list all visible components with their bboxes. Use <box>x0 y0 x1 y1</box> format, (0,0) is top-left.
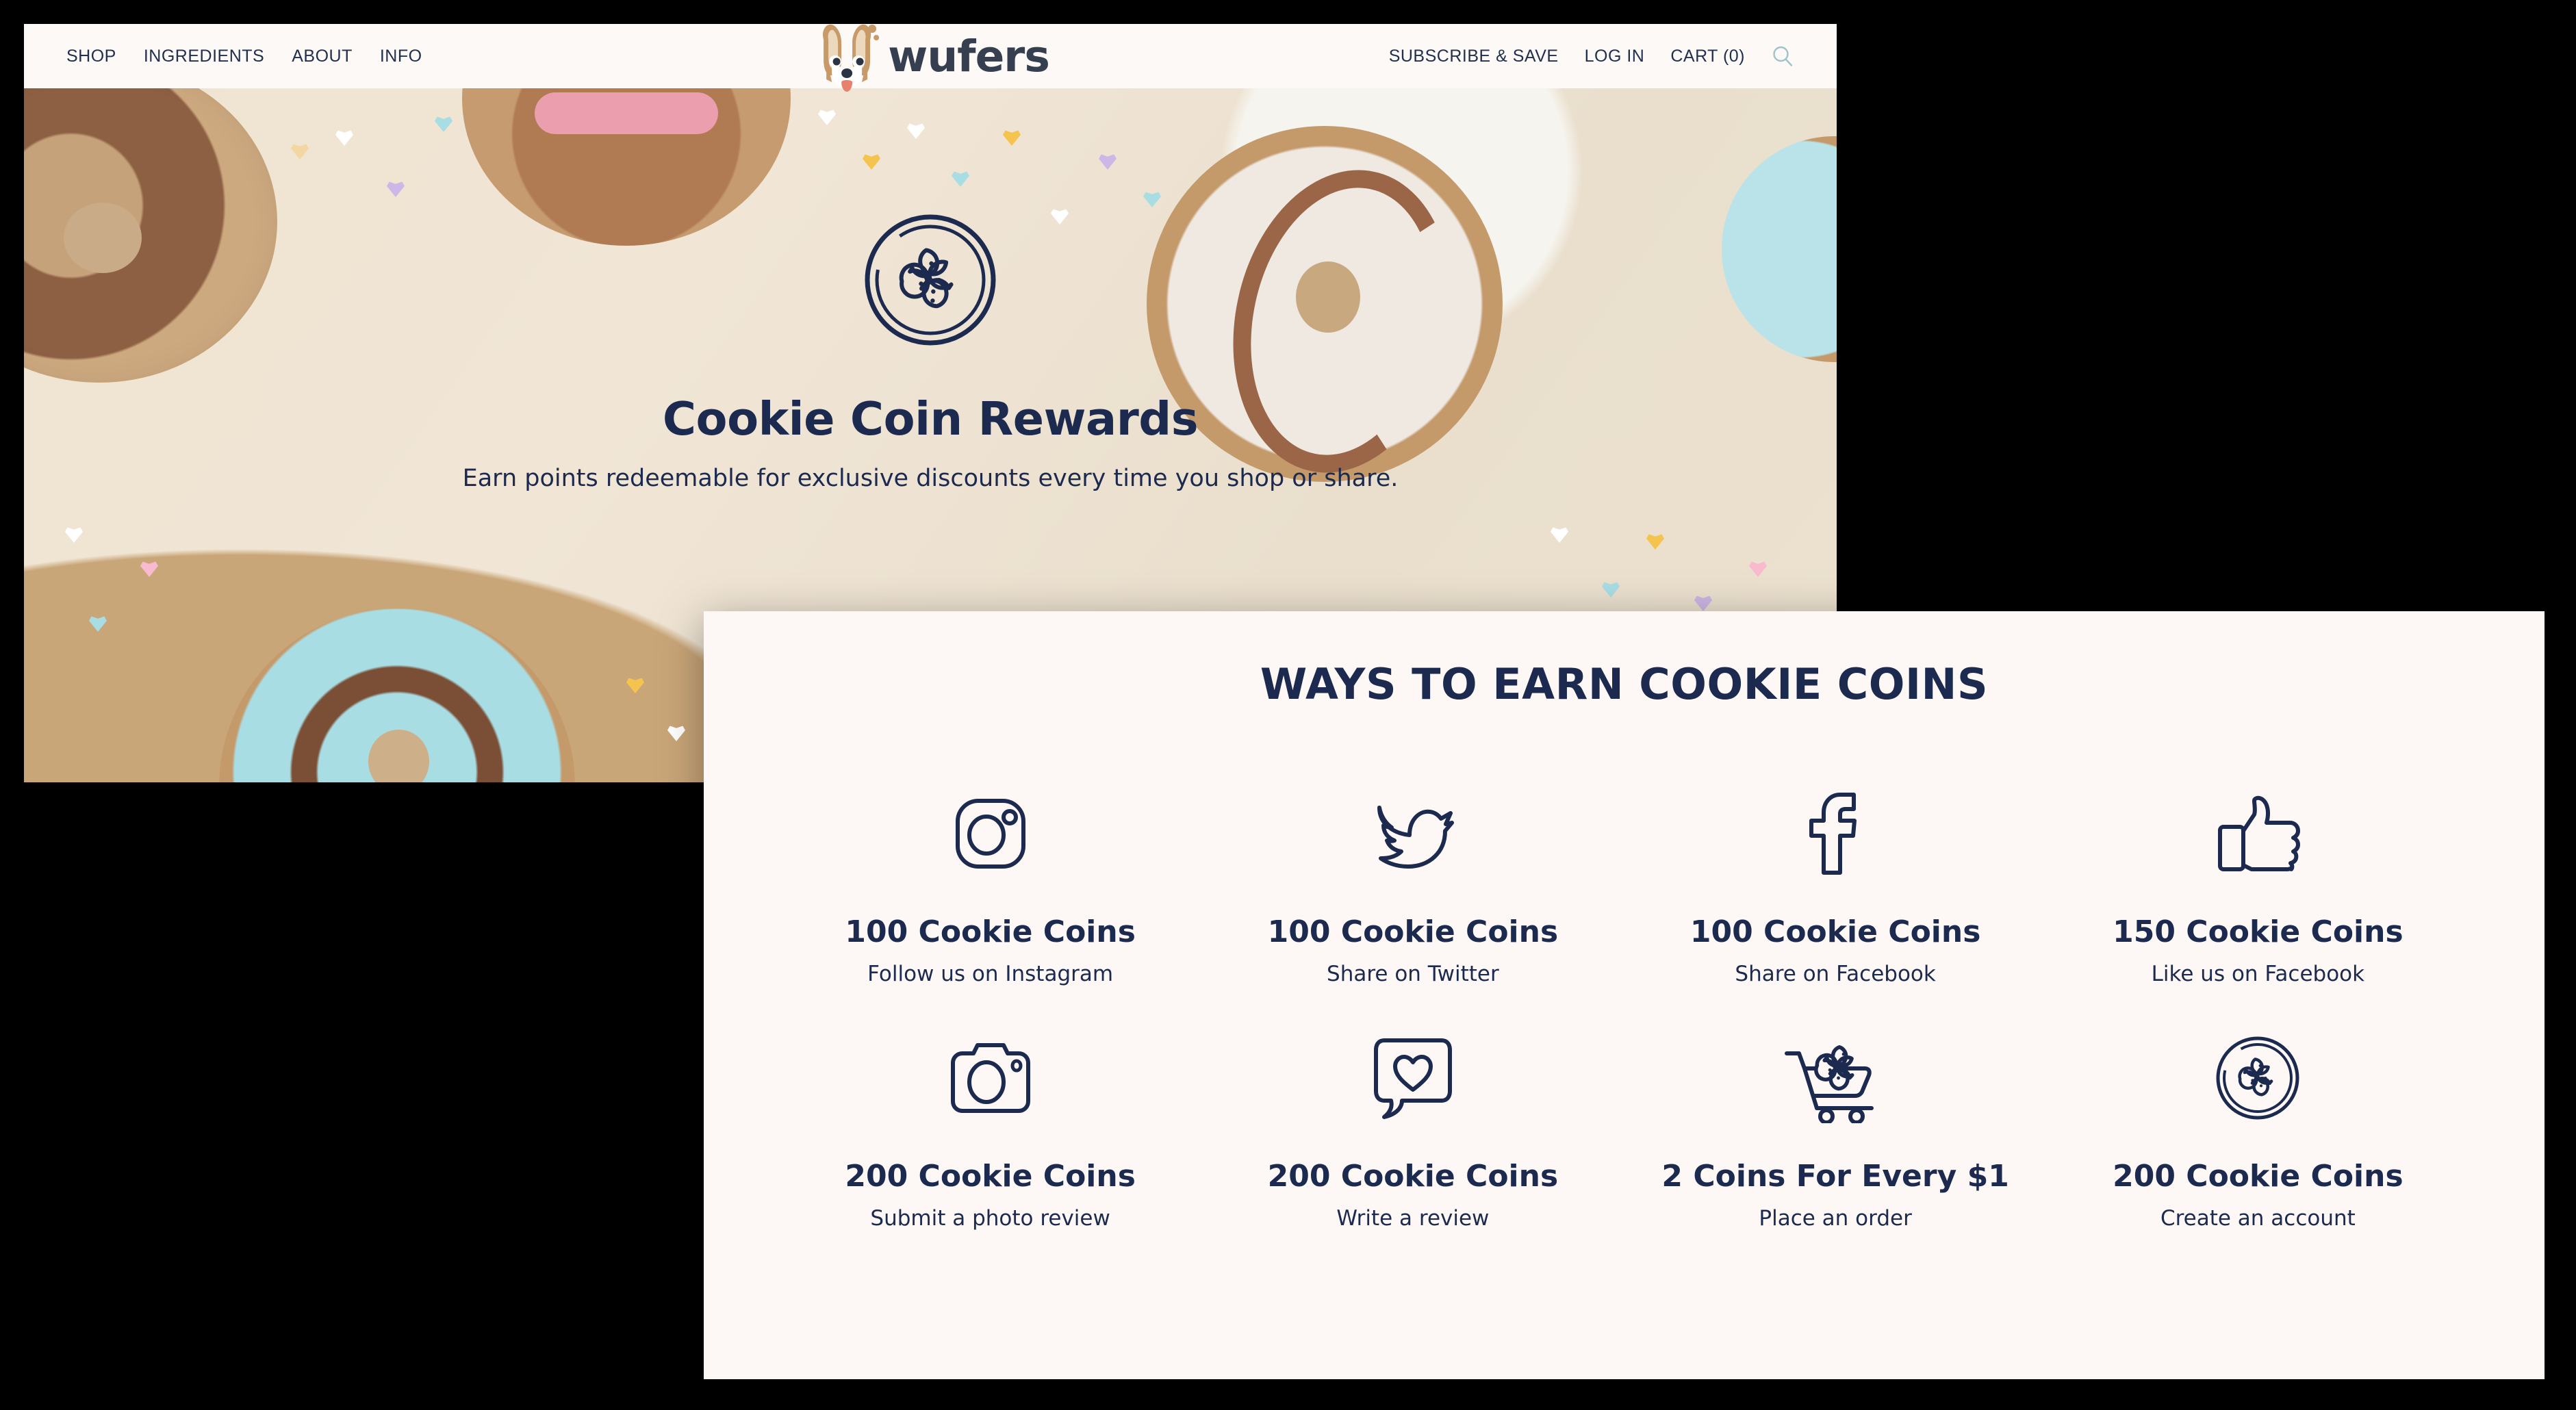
instagram-icon <box>779 786 1201 882</box>
earn-item[interactable]: 100 Cookie Coins Follow us on Instagram <box>779 786 1201 986</box>
earn-item[interactable]: 150 Cookie Coins Like us on Facebook <box>2047 786 2469 986</box>
earn-description: Share on Twitter <box>1327 962 1499 986</box>
earn-amount: 100 Cookie Coins <box>1267 914 1559 949</box>
earn-amount: 100 Cookie Coins <box>1689 914 1981 949</box>
thumbs-up-icon <box>2047 786 2469 882</box>
earn-amount: 2 Coins For Every $1 <box>1661 1159 2009 1194</box>
hero-title: Cookie Coin Rewards <box>662 392 1199 446</box>
logo-wordmark: wufers <box>888 31 1050 81</box>
nav-link-subscribe-and-save[interactable]: SUBSCRIBE & SAVE <box>1389 47 1559 66</box>
camera-icon <box>779 1030 1201 1126</box>
earn-amount: 200 Cookie Coins <box>1267 1159 1559 1194</box>
shopping-cart-with-bone-icon <box>1624 1030 2047 1126</box>
utility-navigation: SUBSCRIBE & SAVE LOG IN CART (0) <box>1389 24 1794 88</box>
nav-link-shop[interactable]: SHOP <box>66 47 116 66</box>
twitter-bird-icon <box>1201 786 1624 882</box>
hero-subtitle: Earn points redeemable for exclusive dis… <box>462 465 1399 492</box>
earn-item[interactable]: 100 Cookie Coins Share on Twitter <box>1201 786 1624 986</box>
earn-description: Submit a photo review <box>870 1206 1110 1231</box>
earn-amount: 150 Cookie Coins <box>2113 914 2403 949</box>
earn-description: Write a review <box>1336 1206 1490 1231</box>
site-logo[interactable]: wufers <box>811 24 1050 93</box>
earn-item[interactable]: 200 Cookie Coins Create an account <box>2047 1030 2469 1231</box>
nav-link-ingredients[interactable]: INGREDIENTS <box>144 47 264 66</box>
search-icon[interactable] <box>1771 44 1794 68</box>
nav-link-info[interactable]: INFO <box>380 47 422 66</box>
earn-amount: 200 Cookie Coins <box>845 1159 1136 1194</box>
earn-item[interactable]: 100 Cookie Coins Share on Facebook <box>1624 786 2047 986</box>
facebook-f-icon <box>1624 786 2047 882</box>
earn-amount: 100 Cookie Coins <box>845 914 1136 949</box>
earn-item[interactable]: 200 Cookie Coins Write a review <box>1201 1030 1624 1231</box>
dog-bone-in-circle-icon <box>2047 1030 2469 1126</box>
earn-amount: 200 Cookie Coins <box>2113 1159 2403 1194</box>
ways-to-earn-panel: WAYS TO EARN COOKIE COINS 100 Cookie Coi… <box>704 611 2545 1379</box>
earn-description: Place an order <box>1759 1206 1912 1231</box>
speech-bubble-heart-icon <box>1201 1030 1624 1126</box>
ways-to-earn-title: WAYS TO EARN COOKIE COINS <box>1260 659 1989 709</box>
nav-link-about[interactable]: ABOUT <box>292 47 353 66</box>
nav-link-log-in[interactable]: LOG IN <box>1585 47 1645 66</box>
ways-to-earn-grid: 100 Cookie Coins Follow us on Instagram … <box>704 709 2545 1231</box>
primary-navigation: SHOP INGREDIENTS ABOUT INFO <box>66 24 422 88</box>
earn-item[interactable]: 200 Cookie Coins Submit a photo review <box>779 1030 1201 1231</box>
site-header: SHOP INGREDIENTS ABOUT INFO wufers SUBSC… <box>24 24 1837 92</box>
earn-description: Like us on Facebook <box>2151 962 2365 986</box>
earn-description: Follow us on Instagram <box>867 962 1114 986</box>
nav-link-cart[interactable]: CART (0) <box>1670 47 1745 66</box>
earn-description: Share on Facebook <box>1735 962 1936 986</box>
earn-description: Create an account <box>2160 1206 2356 1231</box>
corgi-dog-face-logo-icon <box>811 24 884 93</box>
dog-bone-in-circle-icon <box>860 210 1000 350</box>
earn-item[interactable]: 2 Coins For Every $1 Place an order <box>1624 1030 2047 1231</box>
